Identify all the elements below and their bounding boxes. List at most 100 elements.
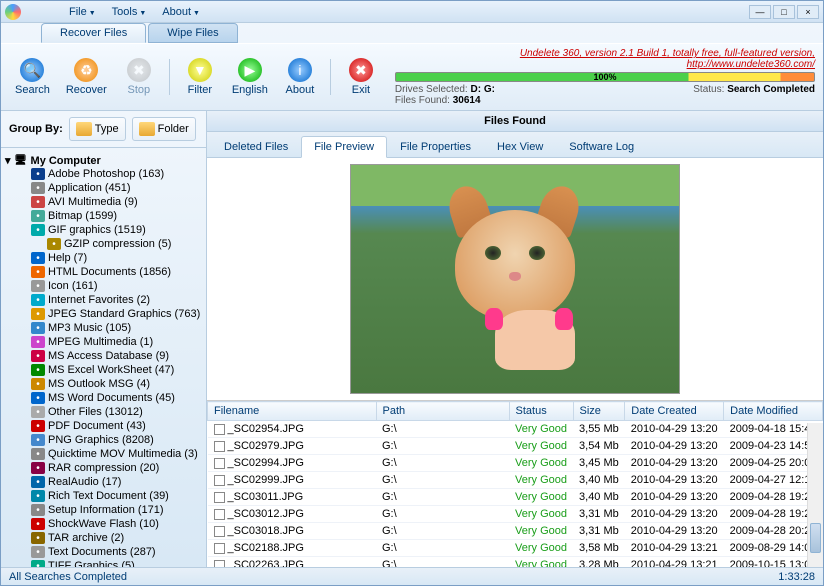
tree-item-label: RealAudio (17) xyxy=(48,476,121,488)
file-grid: Filename Path Status Size Date Created D… xyxy=(207,401,823,567)
tree-item[interactable]: •RAR compression (20) xyxy=(5,461,202,475)
tree-item[interactable]: •PNG Graphics (8208) xyxy=(5,433,202,447)
row-checkbox[interactable] xyxy=(214,509,225,520)
tree-item-label: JPEG Standard Graphics (763) xyxy=(48,308,200,320)
table-row[interactable]: _SC02954.JPGG:\Very Good3,55 Mb2010-04-2… xyxy=(208,421,823,438)
tree-item[interactable]: •MS Excel WorkSheet (47) xyxy=(5,363,202,377)
col-modified[interactable]: Date Modified xyxy=(724,402,823,421)
tab-hex-view[interactable]: Hex View xyxy=(484,136,556,157)
table-row[interactable]: _SC02188.JPGG:\Very Good3,58 Mb2010-04-2… xyxy=(208,540,823,557)
tree-item[interactable]: •Rich Text Document (39) xyxy=(5,489,202,503)
tree-item[interactable]: •Text Documents (287) xyxy=(5,545,202,559)
tab-file-preview[interactable]: File Preview xyxy=(301,136,387,158)
separator xyxy=(169,59,170,95)
tree-item[interactable]: •Application (451) xyxy=(5,181,202,195)
tree-item[interactable]: •HTML Documents (1856) xyxy=(5,265,202,279)
titlebar: File▼ Tools▼ About▼ — □ × xyxy=(1,1,823,23)
scrollbar[interactable] xyxy=(807,423,823,567)
recover-button[interactable]: ♻Recover xyxy=(60,56,113,98)
tree-item[interactable]: •Help (7) xyxy=(5,251,202,265)
tree-item[interactable]: •Other Files (13012) xyxy=(5,405,202,419)
tree-item[interactable]: •Adobe Photoshop (163) xyxy=(5,167,202,181)
tab-recover-files[interactable]: Recover Files xyxy=(41,23,146,43)
tree-item[interactable]: •TIFF Graphics (5) xyxy=(5,559,202,567)
col-path[interactable]: Path xyxy=(376,402,509,421)
tab-deleted-files[interactable]: Deleted Files xyxy=(211,136,301,157)
groupby-type-button[interactable]: Type xyxy=(69,117,126,141)
tree-item[interactable]: •PDF Document (43) xyxy=(5,419,202,433)
tree-item[interactable]: •MPEG Multimedia (1) xyxy=(5,335,202,349)
file-type-icon: • xyxy=(31,406,45,418)
tree-item-label: ShockWave Flash (10) xyxy=(48,518,159,530)
tree-item[interactable]: •RealAudio (17) xyxy=(5,475,202,489)
tree-item[interactable]: •Internet Favorites (2) xyxy=(5,293,202,307)
tree-item[interactable]: •Bitmap (1599) xyxy=(5,209,202,223)
about-button[interactable]: iAbout xyxy=(278,56,322,98)
tree-item[interactable]: •GZIP compression (5) xyxy=(5,237,202,251)
tree-item[interactable]: •Quicktime MOV Multimedia (3) xyxy=(5,447,202,461)
tree-item[interactable]: •ShockWave Flash (10) xyxy=(5,517,202,531)
file-type-icon: • xyxy=(31,532,45,544)
status-message: All Searches Completed xyxy=(9,571,127,583)
col-status[interactable]: Status xyxy=(509,402,573,421)
menu-tools[interactable]: Tools▼ xyxy=(112,6,147,18)
row-checkbox[interactable] xyxy=(214,424,225,435)
filter-button[interactable]: ▼Filter xyxy=(178,56,222,98)
table-row[interactable]: _SC03012.JPGG:\Very Good3,31 Mb2010-04-2… xyxy=(208,506,823,523)
search-button[interactable]: 🔍Search xyxy=(9,56,56,98)
table-row[interactable]: _SC02979.JPGG:\Very Good3,54 Mb2010-04-2… xyxy=(208,438,823,455)
tree-item[interactable]: •JPEG Standard Graphics (763) xyxy=(5,307,202,321)
tab-wipe-files[interactable]: Wipe Files xyxy=(148,23,237,43)
tree-item-label: GIF graphics (1519) xyxy=(48,224,146,236)
exit-button[interactable]: ✖Exit xyxy=(339,56,383,98)
file-type-icon: • xyxy=(31,308,45,320)
col-filename[interactable]: Filename xyxy=(208,402,377,421)
tree-item[interactable]: •MP3 Music (105) xyxy=(5,321,202,335)
tree-item-label: MS Outlook MSG (4) xyxy=(48,378,150,390)
groupby-folder-button[interactable]: Folder xyxy=(132,117,196,141)
row-checkbox[interactable] xyxy=(214,492,225,503)
tab-software-log[interactable]: Software Log xyxy=(556,136,647,157)
tree-item[interactable]: •TAR archive (2) xyxy=(5,531,202,545)
row-checkbox[interactable] xyxy=(214,475,225,486)
tree-item[interactable]: •Setup Information (171) xyxy=(5,503,202,517)
preview-area xyxy=(207,158,823,401)
table-row[interactable]: _SC03018.JPGG:\Very Good3,31 Mb2010-04-2… xyxy=(208,523,823,540)
table-row[interactable]: _SC02263.JPGG:\Very Good3,28 Mb2010-04-2… xyxy=(208,557,823,568)
recover-icon: ♻ xyxy=(74,58,98,82)
tree-item[interactable]: •MS Word Documents (45) xyxy=(5,391,202,405)
row-checkbox[interactable] xyxy=(214,560,225,567)
row-checkbox[interactable] xyxy=(214,458,225,469)
tree-item-label: Adobe Photoshop (163) xyxy=(48,168,164,180)
tab-file-properties[interactable]: File Properties xyxy=(387,136,484,157)
tree-item-label: Help (7) xyxy=(48,252,87,264)
tree-root[interactable]: ▾ 🖥 My Computer xyxy=(5,154,202,167)
table-row[interactable]: _SC03011.JPGG:\Very Good3,40 Mb2010-04-2… xyxy=(208,489,823,506)
table-row[interactable]: _SC02994.JPGG:\Very Good3,45 Mb2010-04-2… xyxy=(208,455,823,472)
tree-item[interactable]: •MS Outlook MSG (4) xyxy=(5,377,202,391)
main-panel: Files Found Deleted Files File Preview F… xyxy=(207,111,823,567)
tree-item[interactable]: •Icon (161) xyxy=(5,279,202,293)
file-type-icon: • xyxy=(31,504,45,516)
col-created[interactable]: Date Created xyxy=(625,402,724,421)
menu-about[interactable]: About▼ xyxy=(162,6,200,18)
tree-item[interactable]: •MS Access Database (9) xyxy=(5,349,202,363)
row-checkbox[interactable] xyxy=(214,543,225,554)
tree-item-label: MP3 Music (105) xyxy=(48,322,131,334)
tree-item[interactable]: •AVI Multimedia (9) xyxy=(5,195,202,209)
file-type-icon: • xyxy=(31,168,45,180)
menu-file[interactable]: File▼ xyxy=(69,6,96,18)
tree-item[interactable]: •GIF graphics (1519) xyxy=(5,223,202,237)
col-size[interactable]: Size xyxy=(573,402,625,421)
tree-item-label: GZIP compression (5) xyxy=(64,238,171,250)
row-checkbox[interactable] xyxy=(214,441,225,452)
table-row[interactable]: _SC02999.JPGG:\Very Good3,40 Mb2010-04-2… xyxy=(208,472,823,489)
minimize-button[interactable]: — xyxy=(749,5,771,19)
close-button[interactable]: × xyxy=(797,5,819,19)
language-button[interactable]: ▶English xyxy=(226,56,274,98)
version-link[interactable]: Undelete 360, version 2.1 Build 1, total… xyxy=(395,48,815,70)
maximize-button[interactable]: □ xyxy=(773,5,795,19)
scroll-thumb[interactable] xyxy=(810,523,821,553)
file-type-icon: • xyxy=(31,336,45,348)
row-checkbox[interactable] xyxy=(214,526,225,537)
